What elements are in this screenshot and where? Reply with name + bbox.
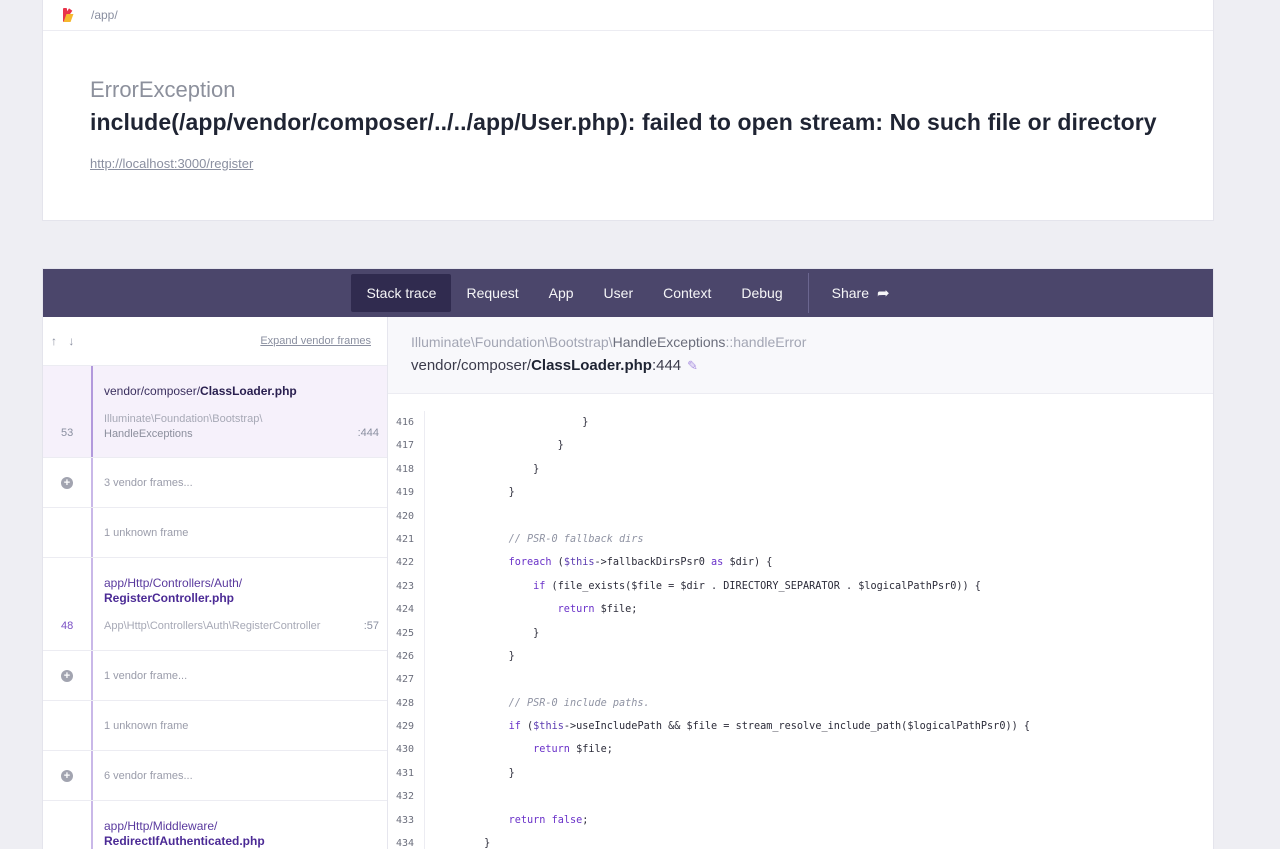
expand-vendor-frames-link[interactable]: Expand vendor frames <box>260 335 371 347</box>
stack-frame[interactable]: app/Http/Middleware/RedirectIfAuthentica… <box>43 801 387 849</box>
tab-user[interactable]: User <box>589 274 649 312</box>
tab-app[interactable]: App <box>534 274 589 312</box>
code-line-number: 426 <box>396 650 415 662</box>
code-line: } <box>435 417 589 428</box>
code-line-number: 424 <box>396 604 415 616</box>
code-line-number: 433 <box>396 814 415 826</box>
code-line-number: 427 <box>396 674 415 686</box>
unknown-frame-label: 1 unknown frame <box>104 527 189 539</box>
code-line-number: 423 <box>396 580 415 592</box>
error-header-card: /app/ ErrorException include(/app/vendor… <box>42 0 1214 221</box>
share-label: Share <box>831 285 869 301</box>
frame-class-line1: Illuminate\Foundation\Bootstrap\ <box>104 413 263 425</box>
frame-class-line2: HandleExceptions <box>104 428 193 440</box>
share-button[interactable]: Share ➦ <box>817 274 905 312</box>
frame-header: Illuminate\Foundation\Bootstrap\HandleEx… <box>388 317 1213 394</box>
code-line: foreach ($this->fallbackDirsPsr0 as $dir… <box>508 557 773 569</box>
vendor-frames-label: 3 vendor frames... <box>104 477 193 489</box>
app-path: /app/ <box>91 8 118 22</box>
frame-number: 53 <box>61 427 74 439</box>
frame-number: 48 <box>61 620 74 632</box>
share-arrow-icon: ➦ <box>876 285 890 302</box>
code-line: if ($this->useIncludePath && $file = str… <box>508 721 1030 733</box>
frame-file-title: vendor/composer/ClassLoader.php:444 ✎ <box>411 355 1213 377</box>
code-line: // PSR-0 include paths. <box>508 697 650 709</box>
code-line-number: 418 <box>396 463 415 475</box>
code-line-number: 421 <box>396 533 415 545</box>
exception-message: include(/app/vendor/composer/../../app/U… <box>90 109 1157 135</box>
unknown-frame-row: 1 unknown frame <box>43 701 387 751</box>
code-line-number: 416 <box>396 417 415 428</box>
code-line: } <box>435 487 515 499</box>
code-line: } <box>435 838 491 849</box>
code-block: 416 417 418 419 420 421 422 423 424 425 426 427 428 4… <box>388 394 1213 849</box>
vendor-frames-row[interactable]: + 6 vendor frames... <box>43 751 387 801</box>
tab-bar: Stack trace Request App User Context Deb… <box>43 269 1213 317</box>
expand-plus-icon: + <box>61 770 73 782</box>
frame-file-path: app/Http/Middleware/RedirectIfAuthentica… <box>104 819 265 848</box>
tab-divider <box>807 273 809 313</box>
code-line: if (file_exists($file = $dir . DIRECTORY… <box>533 580 981 592</box>
code-line-number: 417 <box>396 440 415 452</box>
code-line: return $file; <box>557 604 638 616</box>
expand-plus-icon: + <box>61 670 73 682</box>
unknown-frame-row: 1 unknown frame <box>43 508 387 558</box>
code-line: // PSR-0 fallback dirs <box>508 533 644 545</box>
edit-pencil-icon[interactable]: ✎ <box>687 355 698 377</box>
code-line: } <box>435 627 540 639</box>
code-line: return false; <box>508 814 589 826</box>
ignition-logo-icon[interactable] <box>61 5 75 25</box>
code-lines: } } } } // PSR-0 fallback dirs foreach (… <box>425 411 1030 849</box>
vendor-frames-row[interactable]: + 3 vendor frames... <box>43 458 387 508</box>
stack-panel: Stack trace Request App User Context Deb… <box>42 268 1214 849</box>
code-line: return $file; <box>533 744 613 756</box>
tab-stack-trace[interactable]: Stack trace <box>351 274 452 312</box>
code-line: } <box>435 463 540 475</box>
frame-file-path: app/Http/Controllers/Auth/RegisterContro… <box>104 576 243 605</box>
exception-class: ErrorException <box>90 77 236 102</box>
tab-debug[interactable]: Debug <box>726 274 797 312</box>
code-line-number: 432 <box>396 791 415 803</box>
expand-plus-icon: + <box>61 477 73 489</box>
frame-line: :57 <box>363 620 379 632</box>
sort-arrows-icon[interactable]: ↑ ↓ <box>51 334 78 348</box>
code-line-number: 428 <box>396 697 415 709</box>
code-line: } <box>435 650 515 662</box>
code-line-number: 420 <box>396 510 415 522</box>
code-line: } <box>435 440 564 452</box>
frame-method-signature: Illuminate\Foundation\Bootstrap\HandleEx… <box>411 334 807 350</box>
stack-frame[interactable]: 53 vendor/composer/ClassLoader.php Illum… <box>43 366 387 458</box>
code-line-number: 429 <box>396 721 415 733</box>
code-viewer: Illuminate\Foundation\Bootstrap\HandleEx… <box>388 317 1213 849</box>
frame-class-line1: App\Http\Controllers\Auth\RegisterContro… <box>104 620 321 632</box>
code-line-number: 422 <box>396 557 415 569</box>
vendor-frames-label: 6 vendor frames... <box>104 770 193 782</box>
vendor-frames-label: 1 vendor frame... <box>104 670 188 682</box>
code-line: } <box>435 767 515 779</box>
code-line-number: 425 <box>396 627 415 639</box>
request-url-link[interactable]: http://localhost:3000/register <box>90 156 253 171</box>
code-line-number: 430 <box>396 744 415 756</box>
code-line-numbers: 416 417 418 419 420 421 422 423 424 425 426 427 428 4… <box>388 411 425 849</box>
vendor-frames-row[interactable]: + 1 vendor frame... <box>43 651 387 701</box>
code-line-number: 419 <box>396 487 415 499</box>
frame-file-path: vendor/composer/ClassLoader.php <box>104 384 297 398</box>
unknown-frame-label: 1 unknown frame <box>104 720 189 732</box>
tab-request[interactable]: Request <box>451 274 533 312</box>
top-bar: /app/ <box>43 0 1213 31</box>
frame-line: :444 <box>357 427 379 439</box>
tab-context[interactable]: Context <box>648 274 726 312</box>
stack-frame[interactable]: 48 app/Http/Controllers/Auth/RegisterCon… <box>43 558 387 651</box>
code-line-number: 431 <box>396 767 415 779</box>
code-line-number: 434 <box>396 838 415 849</box>
stack-frames-sidebar: ↑ ↓ Expand vendor frames 53 vendor/compo… <box>43 317 388 849</box>
